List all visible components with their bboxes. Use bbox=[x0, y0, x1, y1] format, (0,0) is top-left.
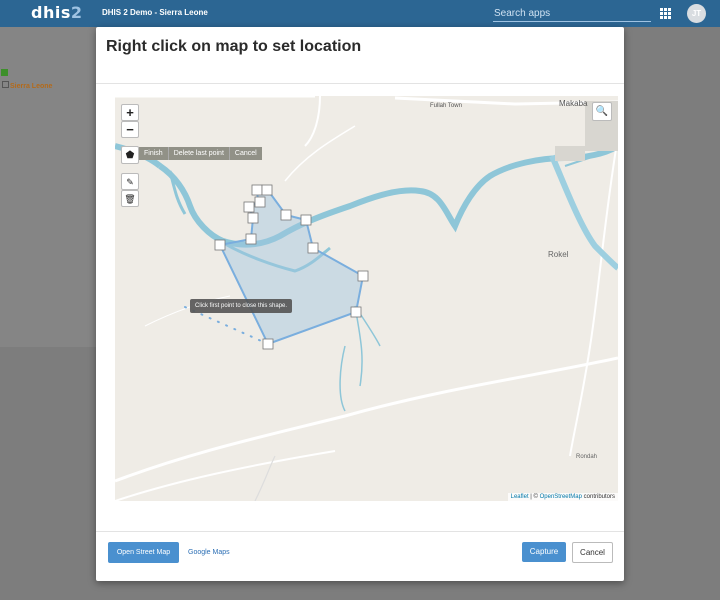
draw-actions-toolbar: Finish Delete last point Cancel bbox=[139, 147, 262, 160]
place-label-rokel: Rokel bbox=[548, 250, 569, 259]
place-label-makaba: Makaba bbox=[559, 99, 588, 108]
trash-icon: 🗑 bbox=[124, 194, 136, 204]
app-title: DHIS 2 Demo - Sierra Leone bbox=[102, 8, 208, 17]
cancel-button[interactable]: Cancel bbox=[572, 542, 613, 563]
leaflet-link[interactable]: Leaflet bbox=[511, 494, 529, 500]
search-icon: 🔍 bbox=[595, 106, 609, 117]
user-avatar[interactable]: JT bbox=[687, 4, 706, 23]
map-search-button[interactable]: 🔍 bbox=[592, 102, 612, 121]
edit-icon: ✎ bbox=[126, 177, 134, 187]
osm-link[interactable]: OpenStreetMap bbox=[540, 494, 582, 500]
expand-icon[interactable] bbox=[2, 81, 9, 88]
place-label-fullah-town: Fullah Town bbox=[430, 103, 462, 109]
top-header-bar: dhis2 DHIS 2 Demo - Sierra Leone Search … bbox=[0, 0, 720, 27]
finish-button[interactable]: Finish bbox=[139, 147, 169, 160]
draw-tooltip: Click first point to close this shape. bbox=[190, 299, 293, 313]
polygon-icon: ⬟ bbox=[125, 150, 135, 161]
draw-polygon-button[interactable]: ⬟ bbox=[121, 146, 139, 164]
tree-item-sierra-leone[interactable]: Sierra Leone bbox=[2, 81, 52, 90]
google-maps-button[interactable]: Google Maps bbox=[188, 542, 230, 563]
location-modal: Right click on map to set location Fulla… bbox=[96, 27, 624, 581]
apps-grid-icon[interactable] bbox=[660, 8, 671, 19]
search-apps-input[interactable]: Search apps bbox=[493, 5, 651, 22]
map-canvas[interactable]: Fullah Town Makaba Rokel Rondah + − ⬟ Fi… bbox=[115, 96, 618, 501]
place-label-rondah: Rondah bbox=[576, 454, 598, 460]
zoom-out-button[interactable]: − bbox=[121, 121, 139, 138]
org-unit-sidebar: Sierra Leone bbox=[0, 27, 98, 347]
capture-button[interactable]: Capture bbox=[522, 542, 566, 562]
modal-title: Right click on map to set location bbox=[106, 38, 362, 55]
tree-root-icon[interactable] bbox=[1, 69, 8, 76]
edit-layers-button[interactable]: ✎ bbox=[121, 173, 139, 190]
map-attribution: Leaflet | © OpenStreetMap contributors bbox=[507, 493, 618, 501]
dhis2-logo[interactable]: dhis2 bbox=[31, 3, 83, 22]
open-street-map-button[interactable]: Open Street Map bbox=[108, 542, 179, 563]
divider bbox=[96, 531, 624, 532]
delete-last-point-button[interactable]: Delete last point bbox=[169, 147, 230, 160]
divider bbox=[96, 83, 624, 84]
delete-layers-button[interactable]: 🗑 bbox=[121, 190, 139, 207]
zoom-in-button[interactable]: + bbox=[121, 104, 139, 121]
cancel-drawing-button[interactable]: Cancel bbox=[230, 147, 262, 160]
